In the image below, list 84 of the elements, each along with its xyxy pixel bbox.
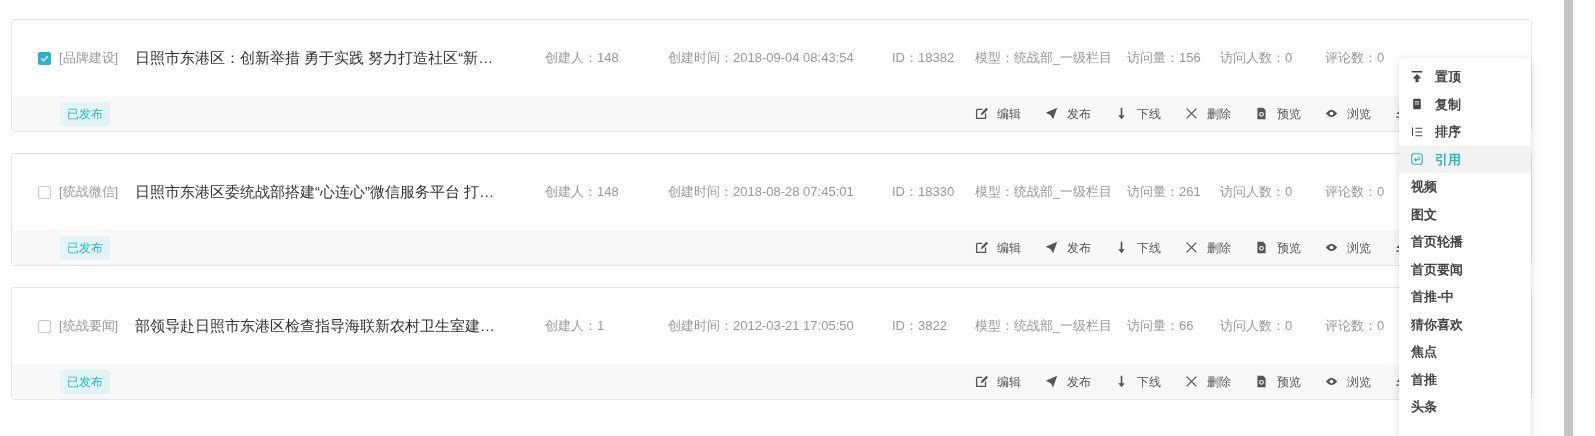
meta-text: 创建人：148 — [545, 49, 620, 68]
menu-item[interactable]: 复制 — [1399, 90, 1531, 118]
action-button[interactable]: 预览 — [1255, 238, 1325, 257]
category-label: [统战要闻] — [59, 317, 120, 336]
document-search-icon — [1255, 375, 1268, 388]
menu-item[interactable]: 视频 — [1399, 173, 1531, 201]
action-button[interactable]: 编辑 — [975, 104, 1045, 123]
menu-item[interactable]: 排序 — [1399, 118, 1531, 146]
meta-text: 访问量：66 — [1127, 317, 1195, 336]
meta-text: 模型：统战部_一级栏目 — [975, 317, 1114, 336]
action-button[interactable]: 发布 — [1045, 372, 1115, 391]
edit-icon — [975, 375, 988, 388]
status-badge: 已发布 — [60, 369, 110, 394]
action-button[interactable]: 删除 — [1185, 104, 1255, 123]
menu-item[interactable]: 首页轮播 — [1399, 228, 1531, 256]
action-button[interactable]: 发布 — [1045, 238, 1115, 257]
meta-text: ID：3822 — [892, 317, 948, 336]
action-button[interactable]: 删除 — [1185, 238, 1255, 257]
eye-icon — [1325, 107, 1338, 120]
menu-item[interactable]: 首推 — [1399, 365, 1531, 393]
send-icon — [1045, 375, 1058, 388]
menu-item[interactable]: 首页要闻 — [1399, 255, 1531, 283]
document-search-icon — [1255, 241, 1268, 254]
article-title[interactable]: 日照市东港区：创新举措 勇于实践 努力打造社区“新… — [135, 46, 545, 70]
action-button[interactable]: 下线 — [1115, 238, 1185, 257]
sort-icon — [1411, 125, 1423, 138]
edit-icon — [975, 107, 988, 120]
close-icon — [1185, 107, 1198, 120]
action-button[interactable]: 浏览 — [1325, 104, 1395, 123]
action-button[interactable]: 删除 — [1185, 372, 1255, 391]
checkbox[interactable] — [38, 185, 51, 199]
send-icon — [1045, 107, 1058, 120]
article-title[interactable]: 日照市东港区委统战部搭建“心连心”微信服务平台 打… — [135, 180, 545, 204]
menu-item[interactable]: 图文 — [1399, 200, 1531, 228]
scrollbar[interactable] — [1564, 0, 1573, 436]
meta-text: 评论数：0 — [1325, 49, 1386, 68]
menu-item[interactable]: 头条 — [1399, 393, 1531, 421]
close-icon — [1185, 241, 1198, 254]
quote-icon — [1411, 153, 1423, 166]
copy-icon — [1411, 98, 1423, 111]
meta-text: ID：18330 — [892, 183, 956, 202]
meta-text: 创建时间：2012-03-21 17:05:50 — [668, 317, 855, 336]
category-label: [品牌建设] — [59, 49, 120, 68]
meta-text: 创建时间：2018-08-28 07:45:01 — [668, 183, 855, 202]
meta-text: 访问人数：0 — [1220, 183, 1294, 202]
meta-text: 创建时间：2018-09-04 08:43:54 — [668, 49, 855, 68]
action-button[interactable]: 预览 — [1255, 372, 1325, 391]
menu-item[interactable]: 焦点 — [1399, 338, 1531, 366]
meta-text: 访问人数：0 — [1220, 49, 1294, 68]
status-badge: 已发布 — [60, 235, 110, 260]
menu-item[interactable]: 置顶 — [1399, 63, 1531, 91]
meta-text: 评论数：0 — [1325, 317, 1386, 336]
menu-item[interactable]: 猜你喜欢 — [1399, 310, 1531, 338]
eye-icon — [1325, 241, 1338, 254]
meta-text: 访问量：261 — [1127, 183, 1202, 202]
action-button[interactable]: 下线 — [1115, 372, 1185, 391]
close-icon — [1185, 375, 1198, 388]
meta-text: 评论数：0 — [1325, 183, 1386, 202]
check-icon — [40, 53, 49, 63]
action-button[interactable]: 发布 — [1045, 104, 1115, 123]
meta-text: ID：18382 — [892, 49, 956, 68]
meta-text: 访问量：156 — [1127, 49, 1202, 68]
meta-text: 访问人数：0 — [1220, 317, 1294, 336]
meta-text: 模型：统战部_一级栏目 — [975, 49, 1114, 68]
action-button[interactable]: 下线 — [1115, 104, 1185, 123]
menu-item[interactable]: 首推-中 — [1399, 283, 1531, 311]
meta-text: 创建人：148 — [545, 183, 620, 202]
status-badge: 已发布 — [60, 101, 110, 126]
meta-text: 创建人：1 — [545, 317, 606, 336]
article-title[interactable]: 部领导赴日照市东港区检查指导海联新农村卫生室建… — [135, 314, 545, 338]
action-button[interactable]: 编辑 — [975, 238, 1045, 257]
document-search-icon — [1255, 107, 1268, 120]
arrow-up-icon — [1411, 70, 1423, 83]
action-button[interactable]: 编辑 — [975, 372, 1045, 391]
action-button[interactable]: 预览 — [1255, 104, 1325, 123]
action-button[interactable]: 浏览 — [1325, 372, 1395, 391]
send-icon — [1045, 241, 1058, 254]
checkbox[interactable] — [38, 319, 51, 333]
category-label: [统战微信] — [59, 183, 120, 202]
action-button[interactable]: 浏览 — [1325, 238, 1395, 257]
checkbox[interactable] — [38, 51, 51, 65]
meta-text: 模型：统战部_一级栏目 — [975, 183, 1114, 202]
edit-icon — [975, 241, 988, 254]
eye-icon — [1325, 375, 1338, 388]
